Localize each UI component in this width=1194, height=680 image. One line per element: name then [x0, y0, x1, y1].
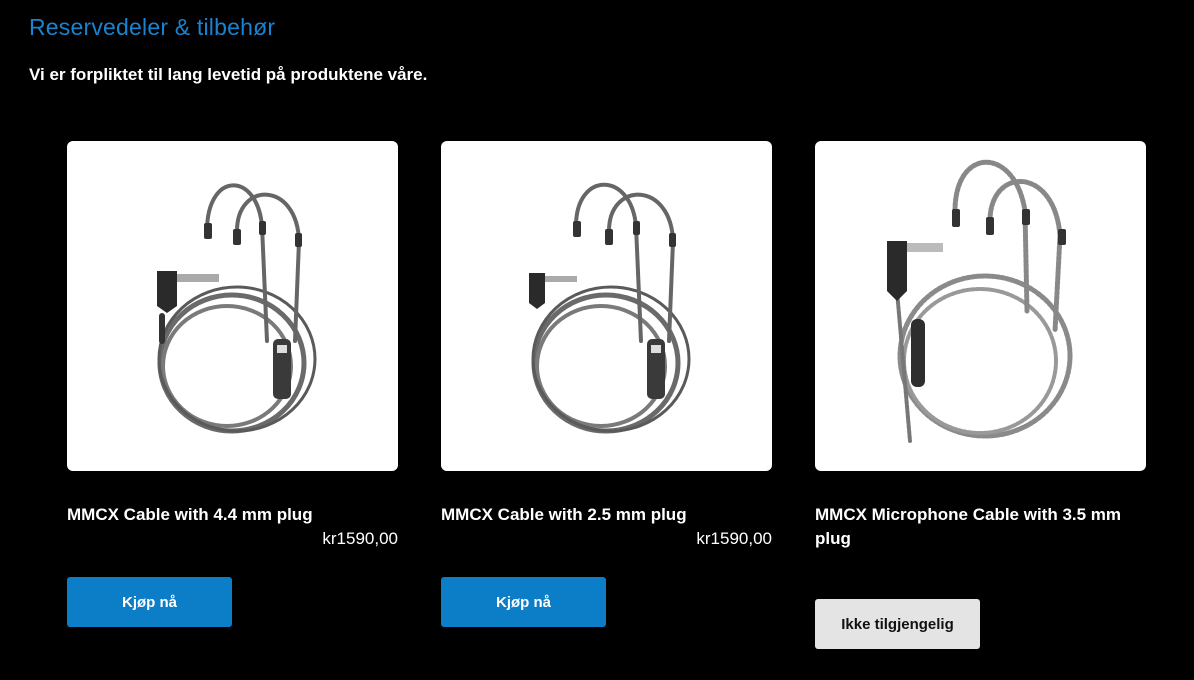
section-subtitle: Vi er forpliktet til lang levetid på pro…	[29, 65, 428, 84]
product-card-mmcx-4-4: MMCX Cable with 4.4 mm plug kr1590,00 Kj…	[67, 141, 398, 627]
product-name[interactable]: MMCX Cable with 2.5 mm plug	[441, 503, 772, 527]
cable-image-icon	[157, 183, 317, 434]
section-title: Reservedeler & tilbehør	[29, 14, 276, 40]
product-card-mmcx-2-5: MMCX Cable with 2.5 mm plug kr1590,00 Kj…	[441, 141, 772, 627]
product-image[interactable]	[67, 141, 398, 471]
product-card-mmcx-mic: MMCX Microphone Cable with 3.5 mm plug I…	[815, 141, 1146, 649]
buy-now-button[interactable]: Kjøp nå	[67, 577, 232, 627]
product-image[interactable]	[441, 141, 772, 471]
product-price: kr1590,00	[322, 529, 398, 548]
product-image[interactable]	[815, 141, 1146, 471]
product-price: kr1590,00	[696, 529, 772, 548]
product-name[interactable]: MMCX Microphone Cable with 3.5 mm plug	[815, 503, 1146, 551]
product-name[interactable]: MMCX Cable with 4.4 mm plug	[67, 503, 398, 527]
unavailable-button[interactable]: Ikke tilgjengelig	[815, 599, 980, 649]
cable-image-icon	[529, 182, 691, 434]
buy-now-button[interactable]: Kjøp nå	[441, 577, 606, 627]
cable-image-icon	[887, 159, 1073, 443]
